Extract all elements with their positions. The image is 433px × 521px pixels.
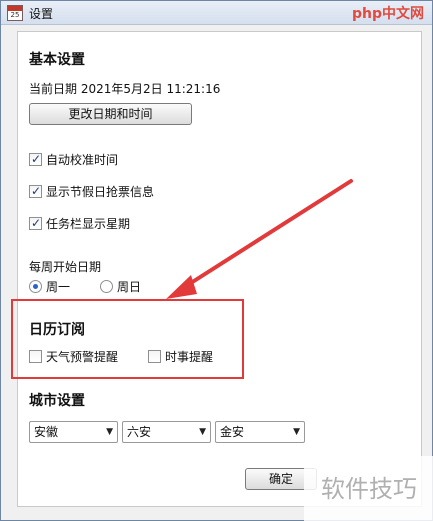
province-value: 安徽 [34, 425, 59, 439]
dropdown-arrow-icon: ▼ [199, 427, 206, 437]
district-value: 金安 [220, 425, 245, 439]
settings-window: 25 设置 php中文网 基本设置 当前日期 2021年5月2日 11:21:1… [0, 0, 433, 521]
annotation-arrow-icon [166, 179, 353, 299]
dropdown-arrow-icon: ▼ [293, 427, 300, 437]
city-settings-heading: 城市设置 [29, 393, 85, 409]
city-value: 六安 [127, 425, 152, 439]
city-select[interactable]: 六安 ▼ [122, 421, 211, 443]
software-tips-watermark: 软件技巧 [304, 456, 433, 521]
province-select[interactable]: 安徽 ▼ [29, 421, 118, 443]
dropdown-arrow-icon: ▼ [106, 427, 113, 437]
district-select[interactable]: 金安 ▼ [215, 421, 305, 443]
